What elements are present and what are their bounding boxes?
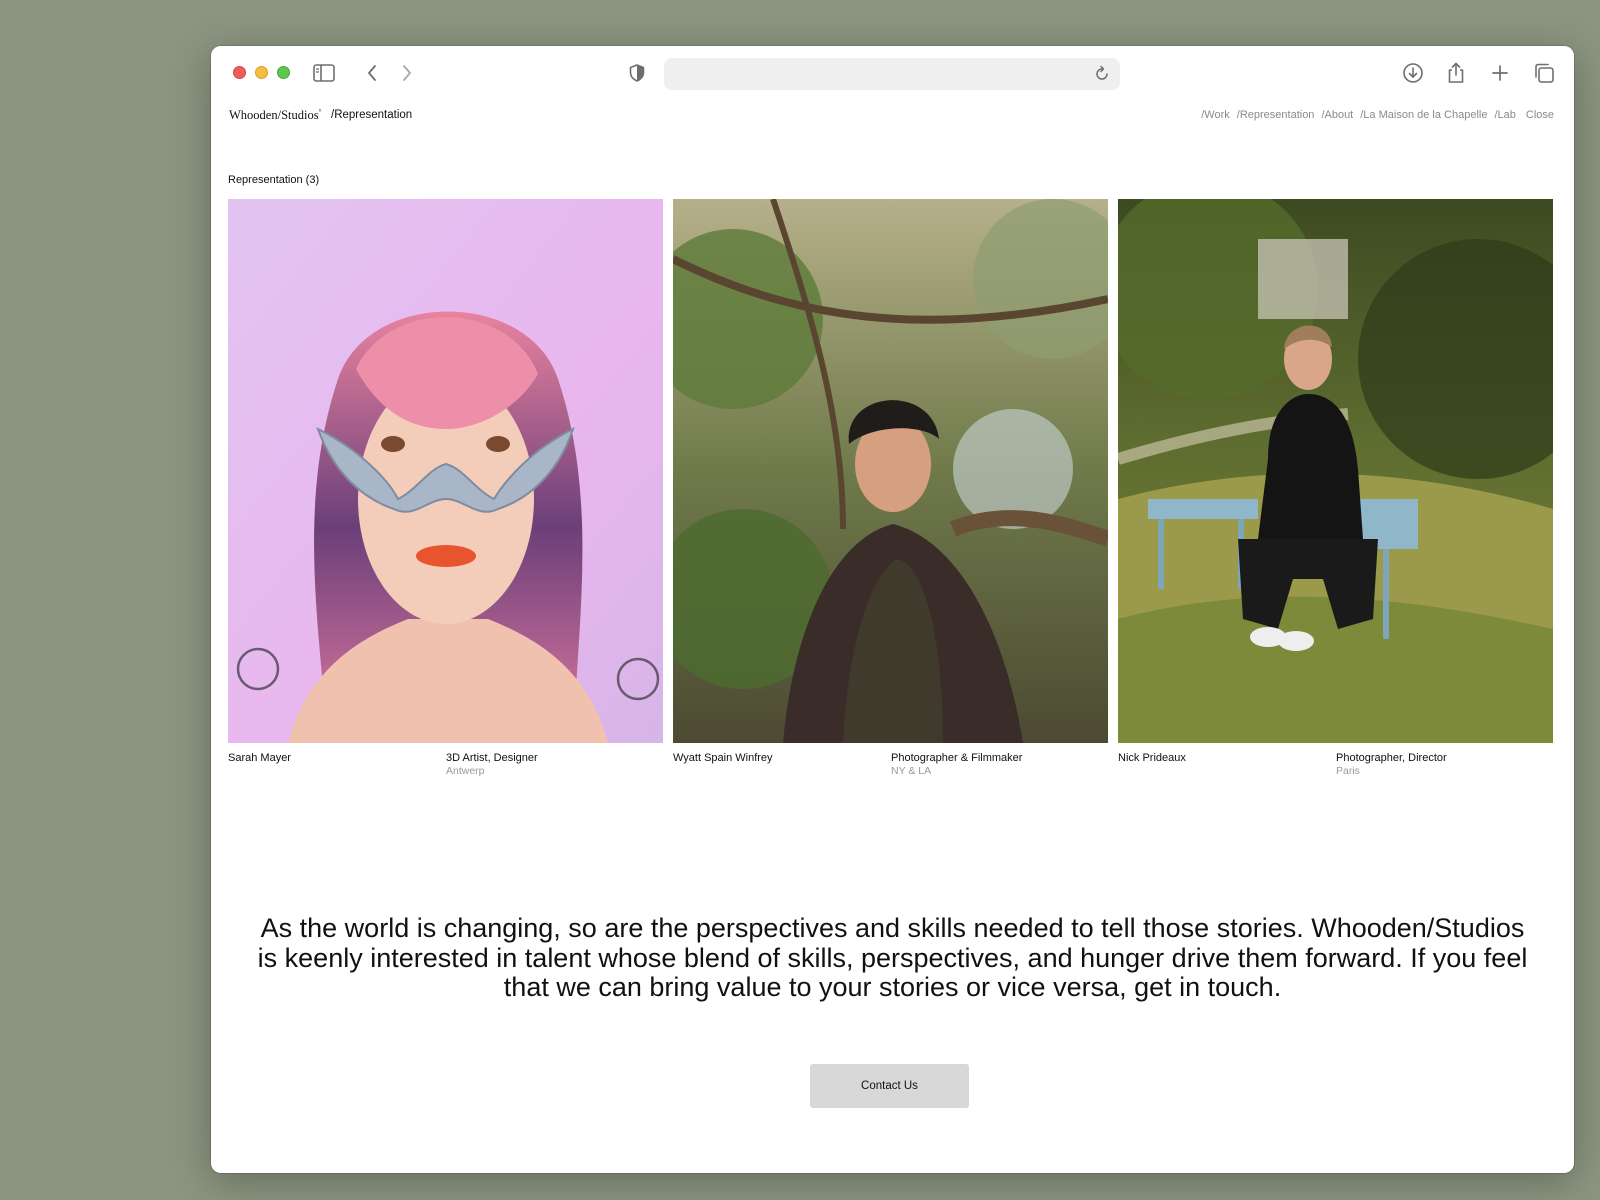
shield-icon[interactable] (626, 62, 648, 84)
download-icon[interactable] (1402, 62, 1424, 84)
nav-lab[interactable]: /Lab (1494, 109, 1515, 121)
contact-us-button[interactable]: Contact Us (810, 1064, 969, 1108)
nav-work[interactable]: /Work (1201, 109, 1230, 121)
share-icon[interactable] (1445, 62, 1467, 84)
section-title: Representation (3) (228, 174, 320, 186)
artist-location: Paris (1336, 765, 1360, 777)
zoom-window-button[interactable] (277, 66, 290, 79)
tabs-overview-icon[interactable] (1533, 62, 1555, 84)
artist-role: Photographer & Filmmaker (891, 752, 1023, 764)
artist-role: 3D Artist, Designer (446, 752, 538, 764)
artist-role: Photographer, Director (1336, 752, 1447, 764)
close-window-button[interactable] (233, 66, 246, 79)
nav-la-maison[interactable]: /La Maison de la Chapelle (1360, 109, 1487, 121)
nav-about[interactable]: /About (1321, 109, 1353, 121)
site-logo[interactable]: Whooden/Studios° (229, 108, 321, 123)
statement-text: As the world is changing, so are the per… (257, 913, 1528, 1002)
artist-photo[interactable] (1118, 199, 1553, 743)
nav-close[interactable]: Close (1526, 109, 1554, 121)
artist-card[interactable]: Nick Prideaux Photographer, Director Par… (1118, 199, 1553, 779)
artist-card[interactable]: Sarah Mayer 3D Artist, Designer Antwerp (228, 199, 663, 779)
artist-name[interactable]: Sarah Mayer (228, 752, 291, 764)
address-bar[interactable] (664, 58, 1120, 90)
browser-toolbar (211, 46, 1574, 102)
artist-name[interactable]: Nick Prideaux (1118, 752, 1186, 764)
artist-photo[interactable] (228, 199, 663, 743)
artist-location: Antwerp (446, 765, 485, 777)
sidebar-icon[interactable] (313, 62, 335, 84)
browser-window: Whooden/Studios° /Representation /Work /… (211, 46, 1574, 1173)
artist-photo[interactable] (673, 199, 1108, 743)
artist-card[interactable]: Wyatt Spain Winfrey Photographer & Filmm… (673, 199, 1108, 779)
artist-location: NY & LA (891, 765, 932, 777)
new-tab-icon[interactable] (1489, 62, 1511, 84)
back-icon[interactable] (361, 62, 383, 84)
breadcrumb[interactable]: /Representation (331, 109, 412, 121)
site-header: Whooden/Studios° /Representation /Work /… (229, 108, 1554, 128)
nav-representation[interactable]: /Representation (1237, 109, 1315, 121)
brand-text: Whooden/Studios (229, 108, 319, 123)
site-nav: /Work /Representation /About /La Maison … (1201, 109, 1554, 121)
artist-grid: Sarah Mayer 3D Artist, Designer Antwerp (228, 199, 1554, 779)
minimize-window-button[interactable] (255, 66, 268, 79)
artist-name[interactable]: Wyatt Spain Winfrey (673, 752, 773, 764)
brand-mark: ° (318, 108, 322, 116)
forward-icon[interactable] (396, 62, 418, 84)
reload-icon[interactable] (1092, 64, 1112, 84)
